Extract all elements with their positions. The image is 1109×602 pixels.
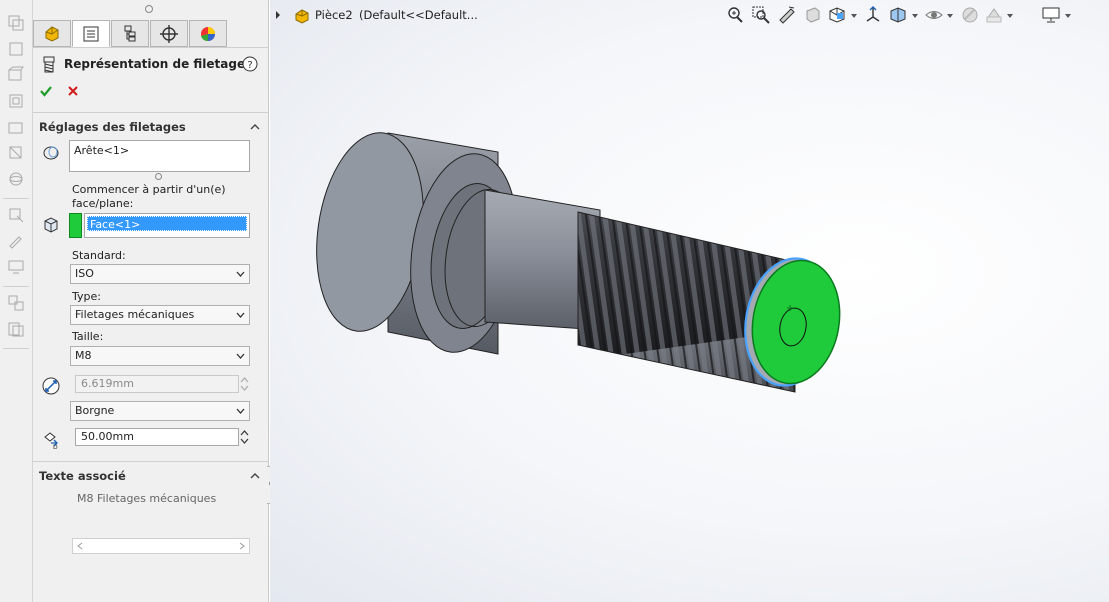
tab-display-manager[interactable] [189,20,227,47]
start-face-selection-box[interactable]: Face<1> [84,213,250,238]
thread-settings-header[interactable]: Réglages des filetages [39,120,186,134]
start-face-item[interactable]: Face<1> [87,216,247,231]
chevron-down-icon [236,271,245,277]
manager-tabs [33,20,233,47]
size-value: M8 [75,349,92,362]
configuration-icon [124,25,136,41]
feature-icon-4[interactable] [7,118,25,136]
face-cube-icon [44,217,58,233]
edit-feature-icon[interactable] [7,232,25,250]
help-icon[interactable]: ? [242,56,258,72]
mirror-icon[interactable] [7,320,25,338]
command-toolbar [0,0,33,602]
standard-label: Standard: [72,249,126,262]
feature-icon-1[interactable] [7,40,25,58]
circular-edge-icon [43,146,59,160]
crosshair-icon [160,24,178,43]
bolt-3d-model[interactable] [270,0,1109,602]
move-icon[interactable] [7,206,25,224]
chevron-down-icon [236,312,245,318]
feature-icon-2[interactable] [7,66,25,84]
svg-text:?: ? [247,60,252,71]
major-diameter-icon [42,377,60,395]
feature-icon-3[interactable] [7,92,25,110]
type-label: Type: [72,290,101,303]
panel-title: Représentation de filetage [64,57,246,71]
sphere-feature-icon[interactable] [7,170,25,188]
cancel-x-icon[interactable] [67,85,79,97]
end-condition-select[interactable]: Borgne [70,401,250,421]
standard-value: ISO [75,267,94,280]
thread-depth-field[interactable]: 50.00mm [75,428,239,446]
feature-tree-icon [45,25,59,42]
copy-sketch-icon[interactable] [7,14,25,32]
major-diameter-field[interactable]: 6.619mm [75,375,239,393]
horizontal-scrollbar[interactable] [72,538,250,554]
size-select[interactable]: M8 [70,346,250,366]
graphics-area[interactable]: Pièce2 (Default<<Default... [270,0,1109,602]
listbox-resize-handle[interactable] [155,173,162,180]
depth-spin-arrows-icon[interactable] [239,428,250,446]
chevron-up-icon[interactable] [250,471,260,481]
edge-selection-box[interactable]: Arête<1> [69,140,250,172]
property-manager: Représentation de filetage ? Réglages de… [33,0,277,602]
feature-icon-5[interactable] [7,144,25,162]
diameter-spin-arrows-icon[interactable] [239,375,250,393]
tab-feature-manager[interactable] [33,20,71,47]
selection-color-swatch [69,213,82,238]
type-select[interactable]: Filetages mécaniques [70,305,250,325]
property-list-icon [83,26,99,41]
tab-property-manager[interactable] [72,20,110,47]
associated-text-value: M8 Filetages mécaniques [77,492,217,505]
svg-text:D: D [53,444,58,449]
size-label: Taille: [72,330,104,343]
chevron-up-icon[interactable] [250,122,260,132]
panel-grip[interactable] [145,5,153,13]
tab-dimxpert-manager[interactable] [150,20,188,47]
associated-text-header[interactable]: Texte associé [39,469,126,483]
tab-configuration-manager[interactable] [111,20,149,47]
display-icon[interactable] [7,258,25,276]
chevron-down-icon [236,408,245,414]
type-value: Filetages mécaniques [75,308,195,321]
depth-icon: D [44,432,58,449]
edge-selection-item[interactable]: Arête<1> [74,144,129,157]
scroll-left-icon[interactable] [76,542,84,550]
standard-select[interactable]: ISO [70,264,250,284]
chevron-down-icon [236,353,245,359]
scroll-right-icon[interactable] [238,542,246,550]
appearance-icon [201,26,215,41]
start-from-label: Commencer à partir d'un(e) face/plane: [72,183,226,210]
accept-check-icon[interactable] [39,84,53,98]
cosmetic-thread-icon [43,56,55,73]
pattern-icon[interactable] [7,294,25,312]
end-condition-value: Borgne [75,404,115,417]
